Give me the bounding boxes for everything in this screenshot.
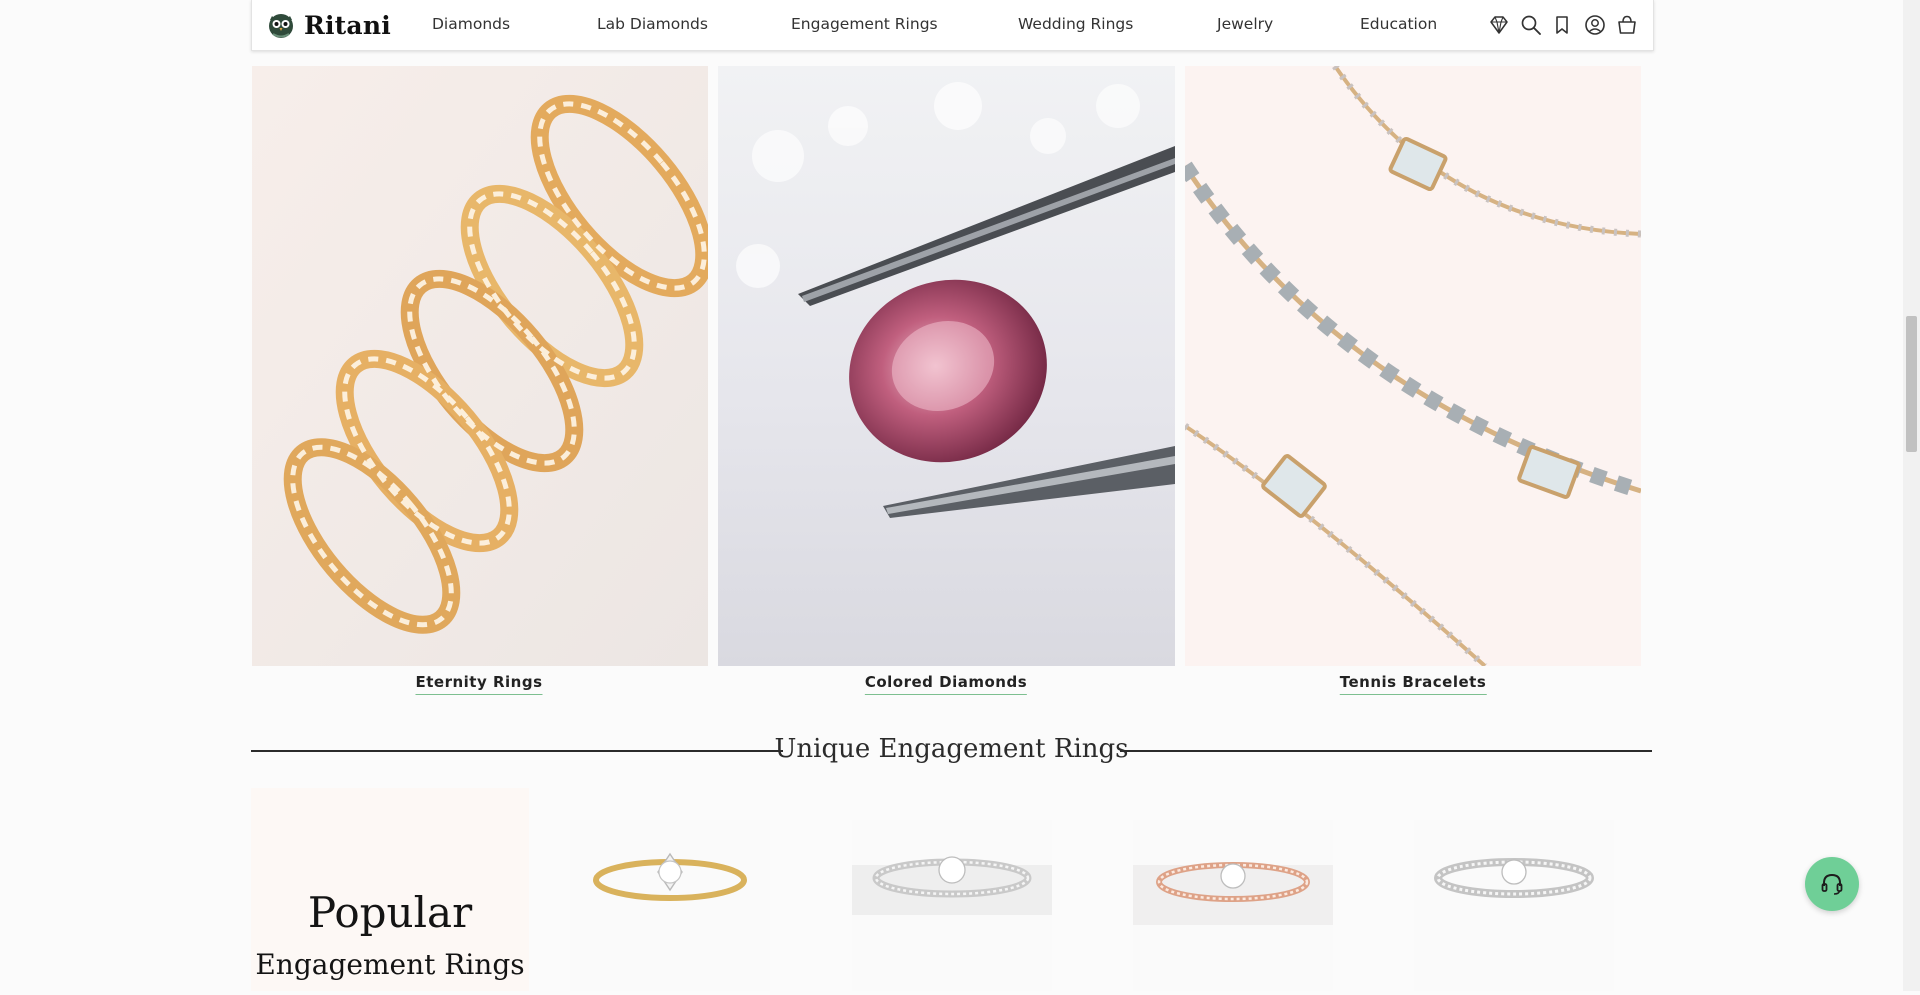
owl-logo-icon xyxy=(269,14,293,38)
brand-logo[interactable]: Ritani xyxy=(266,10,391,40)
popular-subtitle: Engagement Rings xyxy=(255,948,525,981)
site-header: Ritani Diamonds Lab Diamonds Engagement … xyxy=(251,0,1654,51)
bookmark-icon[interactable] xyxy=(1550,13,1574,37)
category-eternity-rings-link[interactable]: Eternity Rings xyxy=(415,673,543,695)
popular-engagement-rings-card[interactable]: Popular Engagement Rings xyxy=(251,788,529,991)
colored-diamonds-image[interactable] xyxy=(718,66,1175,666)
tennis-bracelets-image[interactable] xyxy=(1185,66,1641,666)
nav-wedding-rings[interactable]: Wedding Rings xyxy=(1018,15,1133,33)
scrollbar-thumb[interactable] xyxy=(1906,316,1917,452)
section-title: Unique Engagement Rings xyxy=(774,734,1129,764)
search-icon[interactable] xyxy=(1519,13,1543,37)
nav-jewelry[interactable]: Jewelry xyxy=(1217,15,1273,33)
brand-name: Ritani xyxy=(304,10,391,40)
category-tennis-bracelets-link[interactable]: Tennis Bracelets xyxy=(1339,673,1487,695)
diamond-icon[interactable] xyxy=(1487,13,1511,37)
chat-support-button[interactable] xyxy=(1805,857,1859,911)
cart-icon[interactable] xyxy=(1615,13,1639,37)
ring-product-image[interactable] xyxy=(1133,820,1333,991)
category-colored-diamonds-link[interactable]: Colored Diamonds xyxy=(864,673,1028,695)
nav-diamonds[interactable]: Diamonds xyxy=(432,15,510,33)
account-icon[interactable] xyxy=(1583,13,1607,37)
nav-education[interactable]: Education xyxy=(1360,15,1437,33)
page-scrollbar[interactable] xyxy=(1903,0,1920,991)
nav-lab-diamonds[interactable]: Lab Diamonds xyxy=(597,15,708,33)
eternity-rings-image[interactable] xyxy=(252,66,708,666)
ring-product-image[interactable] xyxy=(570,820,770,991)
ring-product-image[interactable] xyxy=(1414,820,1614,991)
nav-engagement-rings[interactable]: Engagement Rings xyxy=(791,15,938,33)
ring-product-image[interactable] xyxy=(852,820,1052,991)
headset-icon xyxy=(1821,873,1843,895)
popular-title: Popular xyxy=(307,888,473,937)
